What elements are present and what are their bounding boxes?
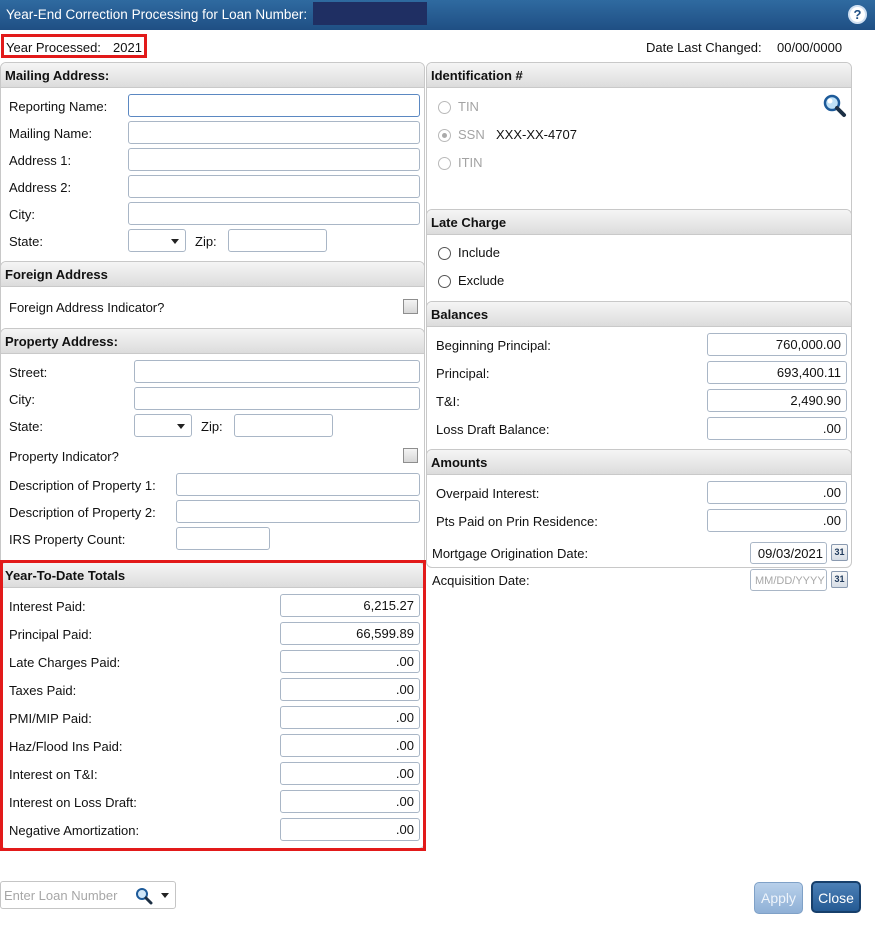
city-field[interactable]: [128, 202, 420, 225]
zip-label: Zip:: [195, 234, 217, 249]
beginning-principal-field[interactable]: 760,000.00: [707, 333, 847, 356]
tin-radio[interactable]: [438, 101, 451, 114]
search-icon[interactable]: [135, 887, 153, 905]
amount-row-label: Overpaid Interest:: [436, 486, 540, 501]
balance-row-label: Loss Draft Balance:: [436, 422, 550, 437]
title-bar: Year-End Correction Processing for Loan …: [0, 0, 875, 30]
state-select[interactable]: [128, 229, 186, 252]
search-icon[interactable]: [822, 93, 848, 119]
itin-radio[interactable]: [438, 157, 451, 170]
mailing-address-header: Mailing Address:: [1, 63, 424, 88]
description2-label: Description of Property 2:: [9, 505, 156, 520]
mailing-address-panel: Mailing Address: Reporting Name: Mailing…: [0, 62, 425, 289]
date-last-changed-value: 00/00/0000: [777, 40, 843, 55]
identification-header: Identification #: [427, 63, 851, 88]
property-address-panel: Property Address: Street: City: State: Z…: [0, 328, 425, 590]
property-indicator-checkbox[interactable]: [403, 448, 418, 463]
loan-number-placeholder: Enter Loan Number: [4, 888, 118, 903]
balances-header: Balances: [427, 302, 851, 327]
irs-property-count-label: IRS Property Count:: [9, 532, 126, 547]
ssn-label: SSN: [458, 127, 485, 142]
property-city-label: City:: [9, 392, 35, 407]
property-zip-label: Zip:: [201, 419, 223, 434]
property-state-select[interactable]: [134, 414, 192, 437]
street-label: Street:: [9, 365, 48, 380]
property-indicator-label: Property Indicator?: [9, 449, 119, 464]
help-icon[interactable]: ?: [848, 5, 867, 24]
origination-date-label: Mortgage Origination Date:: [432, 546, 589, 561]
property-city-field[interactable]: [134, 387, 420, 410]
exclude-radio[interactable]: [438, 275, 451, 288]
origination-date-field[interactable]: 09/03/2021: [750, 542, 827, 564]
overpaid-interest-field[interactable]: .00: [707, 481, 847, 504]
reporting-name-field[interactable]: [128, 94, 420, 117]
acquisition-date-label: Acquisition Date:: [432, 573, 530, 588]
close-button[interactable]: Close: [811, 881, 861, 913]
mailing-name-label: Mailing Name:: [9, 126, 93, 141]
principal-field[interactable]: 693,400.11: [707, 361, 847, 384]
city-label: City:: [9, 207, 35, 222]
date-last-changed-label: Date Last Changed:: [646, 40, 762, 55]
property-state-label: State:: [9, 419, 43, 434]
description1-label: Description of Property 1:: [9, 478, 156, 493]
reporting-name-label: Reporting Name:: [9, 99, 108, 114]
tin-label: TIN: [458, 99, 479, 114]
address1-field[interactable]: [128, 148, 420, 171]
include-radio[interactable]: [438, 247, 451, 260]
itin-label: ITIN: [458, 155, 483, 170]
ssn-radio[interactable]: [438, 129, 451, 142]
amount-row-label: Pts Paid on Prin Residence:: [436, 514, 598, 529]
property-zip-field[interactable]: [234, 414, 333, 437]
address2-label: Address 2:: [9, 180, 72, 195]
pts-paid-prin-residence-field[interactable]: .00: [707, 509, 847, 532]
acquisition-date-field[interactable]: MM/DD/YYYY: [750, 569, 827, 591]
zip-field[interactable]: [228, 229, 327, 252]
address2-field[interactable]: [128, 175, 420, 198]
ssn-value: XXX-XX-4707: [496, 127, 577, 142]
description1-field[interactable]: [176, 473, 420, 496]
address1-label: Address 1:: [9, 153, 72, 168]
balance-row-label: Principal:: [436, 366, 490, 381]
foreign-address-header: Foreign Address: [1, 262, 424, 287]
ytd-highlight-box: [0, 560, 426, 851]
street-field[interactable]: [134, 360, 420, 383]
chevron-down-icon[interactable]: [161, 893, 169, 898]
late-charge-header: Late Charge: [427, 210, 851, 235]
chevron-down-icon: [171, 239, 179, 244]
redacted-loan-number: [313, 2, 427, 25]
foreign-address-checkbox[interactable]: [403, 299, 418, 314]
description2-field[interactable]: [176, 500, 420, 523]
dialog-body: Year Processed: 2021 Date Last Changed: …: [0, 30, 875, 926]
balance-row-label: T&I:: [436, 394, 460, 409]
calendar-icon[interactable]: 31: [831, 571, 848, 588]
include-label: Include: [458, 245, 500, 260]
window-title: Year-End Correction Processing for Loan …: [6, 7, 308, 22]
ti-field[interactable]: 2,490.90: [707, 389, 847, 412]
year-highlight-box: [1, 34, 147, 58]
mailing-name-field[interactable]: [128, 121, 420, 144]
loan-number-input[interactable]: Enter Loan Number: [0, 881, 176, 909]
amounts-header: Amounts: [427, 450, 851, 475]
exclude-label: Exclude: [458, 273, 505, 288]
balance-row-label: Beginning Principal:: [436, 338, 551, 353]
foreign-address-indicator-label: Foreign Address Indicator?: [9, 300, 165, 315]
state-label: State:: [9, 234, 43, 249]
chevron-down-icon: [177, 424, 185, 429]
apply-button[interactable]: Apply: [754, 882, 803, 914]
calendar-icon[interactable]: 31: [831, 544, 848, 561]
irs-property-count-field[interactable]: [176, 527, 270, 550]
property-address-header: Property Address:: [1, 329, 424, 354]
loss-draft-balance-field[interactable]: .00: [707, 417, 847, 440]
